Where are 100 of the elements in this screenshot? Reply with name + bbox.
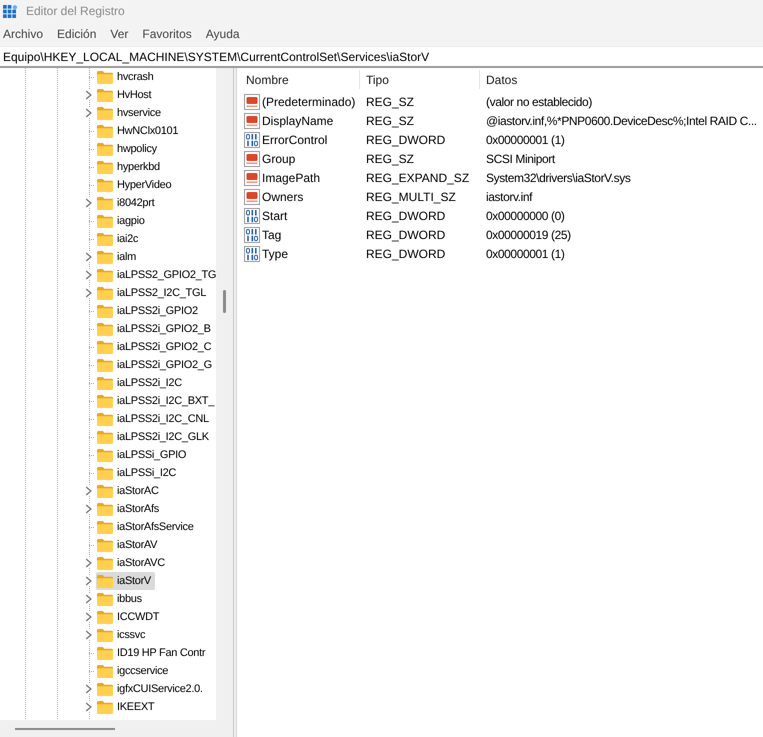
value-name-item[interactable]: Owners [244,188,306,205]
folder-icon [97,268,113,282]
value-name-item[interactable]: ErrorControl [244,131,330,148]
value-data-text: @iastorv.inf,%*PNP0600.DeviceDesc%;Intel RAID C... [485,114,758,128]
chevron-icon[interactable] [84,702,92,712]
value-type-text: REG_DWORD [365,246,446,260]
value-data-text: 0x00000001 (1) [485,132,566,146]
tree-item[interactable]: hvcrash [96,68,158,86]
tree-item[interactable]: iaLPSS2_I2C_TGL [96,284,210,302]
chevron-icon[interactable] [84,90,92,100]
tree-item[interactable]: iaLPSS2i_I2C_GLK [96,428,213,446]
folder-icon [97,412,113,426]
string-value-icon [244,150,260,166]
tree-item[interactable]: iaLPSS2i_I2C_CNL [96,410,213,428]
tree-item[interactable]: IKEEXT [96,698,158,716]
tree-item[interactable]: HwNClx0101 [96,122,182,140]
chevron-icon[interactable] [84,486,92,496]
value-data-text: iastorv.inf [485,190,534,204]
tree-item[interactable]: iaLPSS2i_I2C [96,374,186,392]
vertical-scrollbar[interactable] [216,68,233,737]
folder-icon [97,700,113,714]
menu-item[interactable]: Favoritos [139,24,195,44]
tree-item[interactable]: iaLPSS2i_GPIO2 [96,302,202,320]
tree-item[interactable]: iaStorAV [96,536,162,554]
tree-item[interactable]: hvservice [96,104,165,122]
tree-item[interactable]: iaStorAVC [96,554,169,572]
tree-item[interactable]: iaLPSSi_GPIO [96,446,190,464]
value-name-item[interactable]: ImagePath [244,169,324,186]
folder-icon [97,682,113,696]
chevron-icon[interactable] [84,108,92,118]
value-name-item[interactable]: (Predeterminado) [244,93,358,110]
tree-item[interactable]: iaLPSSi_I2C [96,464,180,482]
value-data-text: System32\drivers\iaStorV.sys [485,170,632,184]
tree-item[interactable]: HyperVideo [96,176,176,194]
chevron-icon[interactable] [84,594,92,604]
tree-item[interactable]: i8042prt [96,194,158,212]
menu-item[interactable]: Archivo [0,24,46,44]
binary-value-icon [244,246,260,262]
value-data-text: 0x00000000 (0) [485,208,566,222]
value-name-item[interactable]: Type [244,245,292,262]
tree-item[interactable]: igccservice [96,662,172,680]
tree-item[interactable]: hyperkbd [96,158,164,176]
tree-item[interactable]: iaLPSS2i_GPIO2_C [96,338,216,356]
tree-item[interactable]: iaStorV [96,572,155,590]
tree-item[interactable]: iagpio [96,212,149,230]
tree-item[interactable]: icssvc [96,626,150,644]
value-name-item[interactable]: Start [244,207,290,224]
tree-item[interactable]: ICCWDT [96,608,164,626]
value-name-item[interactable]: Tag [244,226,284,243]
tree-item[interactable]: ialm [96,248,140,266]
value-name-item[interactable]: DisplayName [244,112,336,129]
tree-item[interactable]: iaStorAfsService [96,518,198,536]
tree-item[interactable]: iaLPSS2i_GPIO2_G [96,356,216,374]
string-value-icon [244,112,260,128]
folder-icon [97,232,113,246]
menu-item[interactable]: Ver [107,24,132,44]
string-value-icon [244,170,260,186]
address-field[interactable]: Equipo\HKEY_LOCAL_MACHINE\SYSTEM\CurrentControlSet\Services\iaStorV [0,46,763,66]
scrollbar-thumb[interactable] [223,290,226,313]
chevron-icon[interactable] [84,630,92,640]
chevron-icon[interactable] [84,198,92,208]
tree-item[interactable]: HvHost [96,86,156,104]
value-data-text: SCSI Miniport [485,152,556,166]
tree-item[interactable]: ibbus [96,590,146,608]
tree-item[interactable]: hwpolicy [96,140,161,158]
folder-icon [97,70,113,84]
folder-icon [97,358,113,372]
value-type-text: REG_SZ [365,152,416,166]
folder-icon [97,286,113,300]
tree-item[interactable]: iaLPSS2i_GPIO2_B [96,320,215,338]
window-title: Editor del Registro [26,4,125,18]
chevron-icon[interactable] [84,576,92,586]
chevron-icon[interactable] [84,558,92,568]
menu-item[interactable]: Edición [54,24,100,44]
value-name-item[interactable]: Group [244,150,298,167]
folder-icon [97,322,113,336]
chevron-icon[interactable] [84,684,92,694]
tree-item[interactable]: iai2c [96,230,142,248]
menu-item[interactable]: Ayuda [202,24,243,44]
chevron-icon[interactable] [84,504,92,514]
tree-item[interactable]: igfxCUIService2.0. [96,680,207,698]
chevron-icon[interactable] [84,270,92,280]
value-data-text: 0x00000001 (1) [485,246,566,260]
tree-item[interactable]: iaStorAC [96,482,163,500]
folder-icon [97,376,113,390]
tree-item[interactable]: ID19 HP Fan Contr [96,644,210,662]
scrollbar-thumb[interactable] [15,728,115,730]
binary-value-icon [244,132,260,148]
chevron-icon[interactable] [84,252,92,262]
folder-icon [97,394,113,408]
chevron-icon[interactable] [84,612,92,622]
tree-item[interactable]: iaStorAfs [96,500,163,518]
tree-item[interactable]: iaLPSS2i_I2C_BXT_ [96,392,216,410]
folder-icon [97,556,113,570]
horizontal-scrollbar[interactable] [0,720,216,737]
value-data-text: (valor no establecido) [485,94,593,108]
tree-item[interactable]: iaLPSS2_GPIO2_TG [96,266,216,284]
column-header[interactable]: Nombre [237,68,359,92]
chevron-icon[interactable] [84,288,92,298]
folder-icon [97,88,113,102]
